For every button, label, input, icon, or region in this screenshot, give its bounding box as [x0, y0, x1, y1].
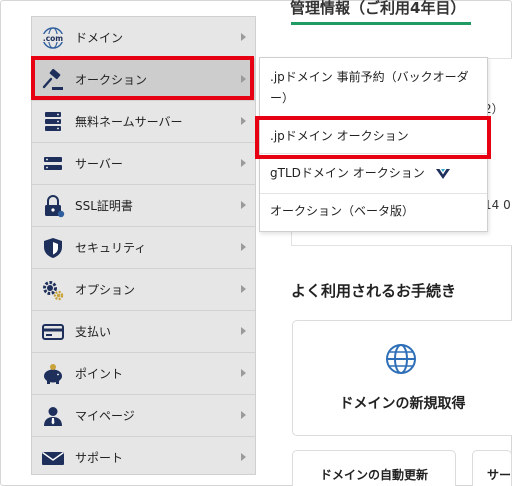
submenu-item-jp-auction[interactable]: .jpドメイン オークション	[260, 120, 487, 154]
sidebar-item-label: サポート	[75, 451, 124, 465]
section-title: よく利用されるお手続き	[291, 282, 457, 300]
server-stack-icon	[41, 110, 65, 134]
page-heading: 管理情報（ご利用4年目）	[290, 0, 466, 17]
chevron-right-icon	[241, 285, 246, 293]
new-domain-tile[interactable]: ドメインの新規取得	[292, 320, 512, 436]
chevron-right-icon	[241, 369, 246, 377]
chevron-right-icon	[241, 201, 246, 209]
chevron-right-icon	[241, 243, 246, 251]
piggy-bank-icon	[41, 362, 65, 386]
submenu-item-gtld-auction[interactable]: gTLDドメイン オークション	[260, 154, 487, 194]
submenu-item-jp-backorder[interactable]: .jpドメイン 事前予約（バックオーダー）	[260, 58, 487, 120]
sidebar-item-auction[interactable]: オークション	[32, 59, 255, 101]
chevron-right-icon	[241, 453, 246, 461]
submenu-item-label: gTLDドメイン オークション	[270, 166, 425, 180]
sidebar-item-label: 無料ネームサーバー	[75, 115, 183, 129]
sidebar-item-label: セキュリティ	[75, 241, 147, 255]
dotcom-icon: .com	[41, 26, 65, 50]
info-fragment-date: 14 0	[484, 198, 511, 212]
sidebar-item-label: サーバー	[75, 157, 123, 171]
sidebar-item-label: オプション	[75, 283, 136, 297]
sidebar-item-label: オークション	[75, 73, 148, 87]
svg-text:.com: .com	[43, 34, 63, 43]
chevron-right-icon	[241, 159, 246, 167]
new-domain-label: ドメインの新規取得	[339, 396, 466, 412]
chevron-right-icon	[241, 327, 246, 335]
server-icon	[41, 152, 65, 176]
globe-icon	[386, 344, 416, 374]
sidebar-item-label: マイページ	[75, 409, 135, 423]
sidebar-item-option[interactable]: オプション	[32, 269, 255, 311]
auto-renew-button[interactable]: ドメインの自動更新	[292, 450, 456, 486]
shield-icon	[41, 236, 65, 260]
lock-icon	[41, 194, 65, 218]
v-logo-icon	[435, 168, 450, 179]
sidebar-item-ssl[interactable]: SSL証明書	[32, 185, 255, 227]
sidebar-item-mypage[interactable]: マイページ	[32, 395, 255, 437]
sidebar-item-security[interactable]: セキュリティ	[32, 227, 255, 269]
sidebar-item-free-nameserver[interactable]: 無料ネームサーバー	[32, 101, 255, 143]
chevron-right-icon	[241, 33, 246, 41]
sidebar-item-server[interactable]: サーバー	[32, 143, 255, 185]
card-icon	[41, 320, 65, 344]
gears-icon	[41, 278, 65, 302]
chevron-right-icon	[241, 75, 246, 83]
sidebar: .com ドメイン オークション 無料ネームサーバー サーバー SSL証明書 セ…	[31, 16, 256, 475]
sidebar-item-point[interactable]: ポイント	[32, 353, 255, 395]
server-button[interactable]: サー	[472, 450, 512, 486]
sidebar-item-label: SSL証明書	[75, 199, 133, 213]
user-icon	[41, 404, 65, 428]
submenu-item-auction-beta[interactable]: オークション（ベータ版）	[260, 194, 487, 231]
sidebar-item-payment[interactable]: 支払い	[32, 311, 255, 353]
sidebar-item-label: 支払い	[75, 325, 112, 339]
sidebar-item-support[interactable]: サポート	[32, 437, 255, 479]
mail-icon	[41, 446, 65, 470]
auction-submenu: .jpドメイン 事前予約（バックオーダー） .jpドメイン オークション gTL…	[259, 57, 488, 232]
sidebar-item-label: ポイント	[75, 367, 124, 381]
gavel-icon	[41, 68, 65, 92]
sidebar-item-label: ドメイン	[75, 31, 124, 45]
heading-underline	[291, 22, 471, 25]
sidebar-item-domain[interactable]: .com ドメイン	[32, 17, 255, 59]
chevron-right-icon	[241, 411, 246, 419]
chevron-right-icon	[241, 117, 246, 125]
